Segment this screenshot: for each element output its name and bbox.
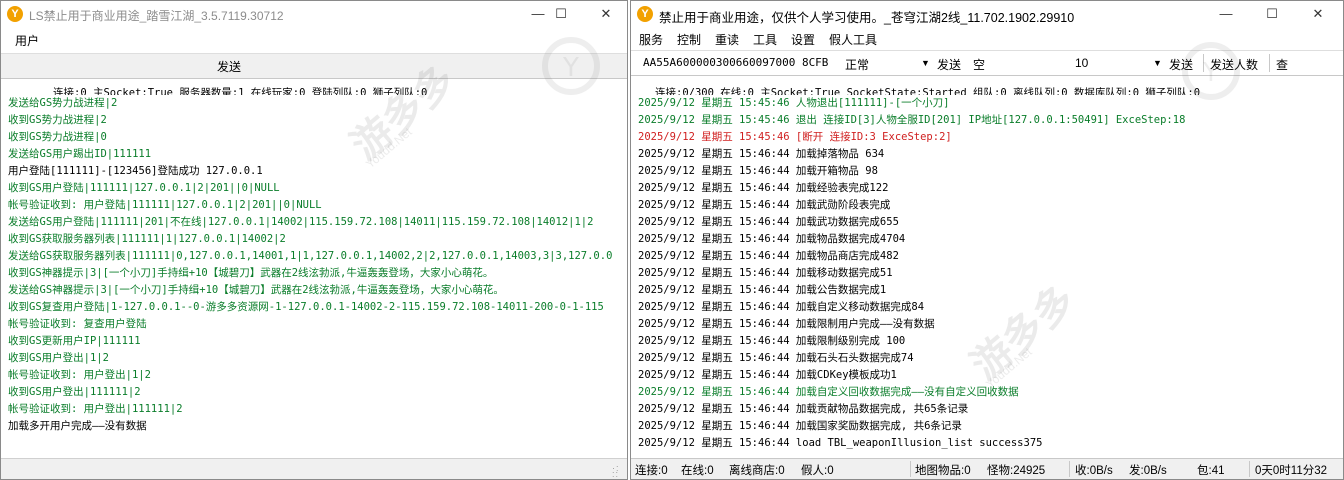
count-select[interactable]: 10 (1075, 56, 1088, 70)
log-line: 2025/9/12 星期五 15:46:44 加载国家奖励数据完成, 共6条记录 (638, 420, 962, 432)
resize-grip-icon[interactable]: ·::: (612, 464, 624, 479)
toolbar: AA55A600000300660097000 8CFB 正常 ▼ 发送 空 1… (631, 50, 1343, 76)
window-title: 禁止用于商业用途，仅供个人学习使用。_苍穹江湖2线_11.702.1902.29… (659, 11, 1075, 25)
status-divider (910, 461, 911, 477)
message-input[interactable]: 空 (973, 56, 985, 73)
menu-tools[interactable]: 工具 (753, 31, 777, 48)
mode-select[interactable]: 正常 (845, 56, 869, 73)
log-line: 2025/9/12 星期五 15:46:44 加载经验表完成122 (638, 182, 889, 194)
menu-settings[interactable]: 设置 (791, 31, 815, 48)
log-line: 发送给GS获取服务器列表|111111|0,127.0.0.1,14001,1|… (8, 250, 613, 262)
app-logo-icon: Y (7, 6, 23, 22)
log-line: 收到GS神器提示|3|[一个小刀]手持缉+10【城碧刀】武器在2线泫勃派,牛逼轰… (8, 267, 494, 279)
status-fake-players: 假人:0 (801, 465, 834, 477)
log-line: 收到GS用户登出|1|2 (8, 352, 109, 364)
close-button[interactable]: ✕ (583, 1, 627, 27)
log-line: 收到GS更新用户IP|111111 (8, 335, 141, 347)
log-line: 2025/9/12 星期五 15:46:44 加载限制用户完成——没有数据 (638, 318, 935, 330)
title-bar[interactable]: Y LS禁止用于商业用途_踏雪江湖_3.5.7119.30712 — ☐ ✕ (1, 1, 627, 27)
log-line: 2025/9/12 星期五 15:46:44 加载武勋阶段表完成 (638, 199, 891, 211)
log-line: 2025/9/12 星期五 15:45:46 人物退出[111111]-[一个小… (638, 97, 950, 109)
status-bar: ·::: (1, 458, 627, 479)
log-line: 发送给GS势力战进程|2 (8, 97, 118, 109)
log-line: 收到GS用户登出|111111|2 (8, 386, 141, 398)
close-button[interactable]: ✕ (1295, 1, 1341, 27)
log-line: 用户登陆[111111]-[123456]登陆成功 127.0.0.1 (8, 165, 263, 177)
send-count-button[interactable]: 发送 (1169, 56, 1193, 73)
id-field[interactable]: AA55A600000300660097000 8CFB (643, 56, 828, 69)
menu-user[interactable]: 用户 (15, 32, 39, 49)
status-uptime: 0天0时11分32 (1255, 465, 1328, 477)
status-online: 在线:0 (681, 465, 714, 477)
log-line: 发送给GS神器提示|3|[一个小刀]手持缉+10【城碧刀】武器在2线泫勃派,牛逼… (8, 284, 504, 296)
menu-bar: 用户 (1, 29, 627, 51)
status-offline-shop: 离线商店:0 (729, 465, 785, 477)
log-line: 帐号验证收到: 用户登出|1|2 (8, 369, 151, 381)
status-map-items: 地图物品:0 (915, 465, 971, 477)
log-line: 帐号验证收到: 用户登陆|111111|127.0.0.1|2|201||0|N… (8, 199, 322, 211)
menu-service[interactable]: 服务 (639, 31, 663, 48)
log-line: 2025/9/12 星期五 15:46:44 加载自定义回收数据完成——没有自定… (638, 386, 1019, 398)
status-divider (1069, 461, 1070, 477)
status-monsters: 怪物:24925 (987, 465, 1046, 477)
status-connections: 连接:0 (635, 465, 668, 477)
status-bar: 连接:0 在线:0 离线商店:0 假人:0 地图物品:0 怪物:24925 收:… (631, 458, 1343, 479)
log-line: 2025/9/12 星期五 15:46:44 加载移动数据完成51 (638, 267, 893, 279)
log-line: 帐号验证收到: 复查用户登陆 (8, 318, 147, 330)
log-line: 收到GS势力战进程|0 (8, 131, 107, 143)
log-line: 发送给GS用户登陆|111111|201|不在线|127.0.0.1|14002… (8, 216, 594, 228)
log-line: 2025/9/12 星期五 15:46:44 加载自定义移动数据完成84 (638, 301, 925, 313)
toolbar: 发送 (1, 53, 627, 79)
status-recv-rate: 收:0B/s (1075, 465, 1113, 477)
log-line: 收到GS用户登陆|111111|127.0.0.1|2|201||0|NULL (8, 182, 280, 194)
log-line: 2025/9/12 星期五 15:45:46 [断开 连接ID:3 ExceSt… (638, 131, 952, 143)
log-line: 2025/9/12 星期五 15:46:44 加载武功数据完成655 (638, 216, 899, 228)
menu-bar: 服务 控制 重读 工具 设置 假人工具 (631, 28, 1343, 50)
mode-dropdown-icon[interactable]: ▼ (921, 58, 930, 68)
ls-window: Y LS禁止用于商业用途_踏雪江湖_3.5.7119.30712 — ☐ ✕ 用… (0, 0, 628, 480)
title-bar[interactable]: Y 禁止用于商业用途，仅供个人学习使用。_苍穹江湖2线_11.702.1902.… (631, 1, 1343, 27)
gs-window: Y 禁止用于商业用途，仅供个人学习使用。_苍穹江湖2线_11.702.1902.… (630, 0, 1344, 480)
log-line: 收到GS获取服务器列表|111111|1|127.0.0.1|14002|2 (8, 233, 286, 245)
status-divider (1249, 461, 1250, 477)
log-line: 发送给GS用户踢出ID|111111 (8, 148, 152, 160)
menu-fake-tools[interactable]: 假人工具 (829, 31, 877, 48)
toolbar-divider (1269, 54, 1270, 72)
count-dropdown-icon[interactable]: ▼ (1153, 58, 1162, 68)
log-line: 2025/9/12 星期五 15:46:44 load TBL_weaponIl… (638, 437, 1043, 449)
menu-reload[interactable]: 重读 (715, 31, 739, 48)
status-packets: 包:41 (1197, 465, 1225, 477)
status-send-rate: 发:0B/s (1129, 465, 1167, 477)
send-button[interactable]: 发送 (201, 58, 257, 74)
send-people-button[interactable]: 发送人数 (1210, 56, 1258, 73)
window-title: LS禁止用于商业用途_踏雪江湖_3.5.7119.30712 (29, 9, 284, 23)
log-panel[interactable]: 发送给GS势力战进程|2 收到GS势力战进程|2 收到GS势力战进程|0 发送给GS用… (1, 95, 627, 457)
send-button[interactable]: 发送 (937, 56, 961, 73)
log-line: 2025/9/12 星期五 15:46:44 加载掉落物品 634 (638, 148, 885, 160)
log-line: 2025/9/12 星期五 15:46:44 加载开箱物品 98 (638, 165, 878, 177)
app-logo-icon: Y (637, 6, 653, 22)
menu-control[interactable]: 控制 (677, 31, 701, 48)
toolbar-divider (1203, 54, 1204, 72)
log-line: 2025/9/12 星期五 15:46:44 加载公告数据完成1 (638, 284, 887, 296)
log-line: 2025/9/12 星期五 15:46:44 加载限制级别完成 100 (638, 335, 906, 347)
maximize-button[interactable]: ☐ (538, 1, 584, 27)
log-line: 加载多开用户完成——没有数据 (8, 420, 147, 432)
log-line: 收到GS复查用户登陆|1-127.0.0.1--0-游多多资源网-1-127.0… (8, 301, 604, 313)
log-line: 2025/9/12 星期五 15:46:44 加载物品商店完成482 (638, 250, 899, 262)
log-panel[interactable]: 2025/9/12 星期五 15:45:46 人物退出[111111]-[一个小… (631, 95, 1343, 457)
minimize-button[interactable]: — (1203, 1, 1249, 27)
maximize-button[interactable]: ☐ (1249, 1, 1295, 27)
log-line: 2025/9/12 星期五 15:46:44 加载CDKey模板成功1 (638, 369, 897, 381)
query-button[interactable]: 查 (1276, 56, 1288, 73)
log-line: 2025/9/12 星期五 15:46:44 加载石头石头数据完成74 (638, 352, 914, 364)
log-line: 2025/9/12 星期五 15:46:44 加载贡献物品数据完成, 共65条记… (638, 403, 969, 415)
log-line: 2025/9/12 星期五 15:46:44 加载物品数据完成4704 (638, 233, 906, 245)
log-line: 收到GS势力战进程|2 (8, 114, 107, 126)
log-line: 帐号验证收到: 用户登出|111111|2 (8, 403, 183, 415)
log-line: 2025/9/12 星期五 15:45:46 退出 连接ID[3]人物全服ID[… (638, 114, 1186, 126)
